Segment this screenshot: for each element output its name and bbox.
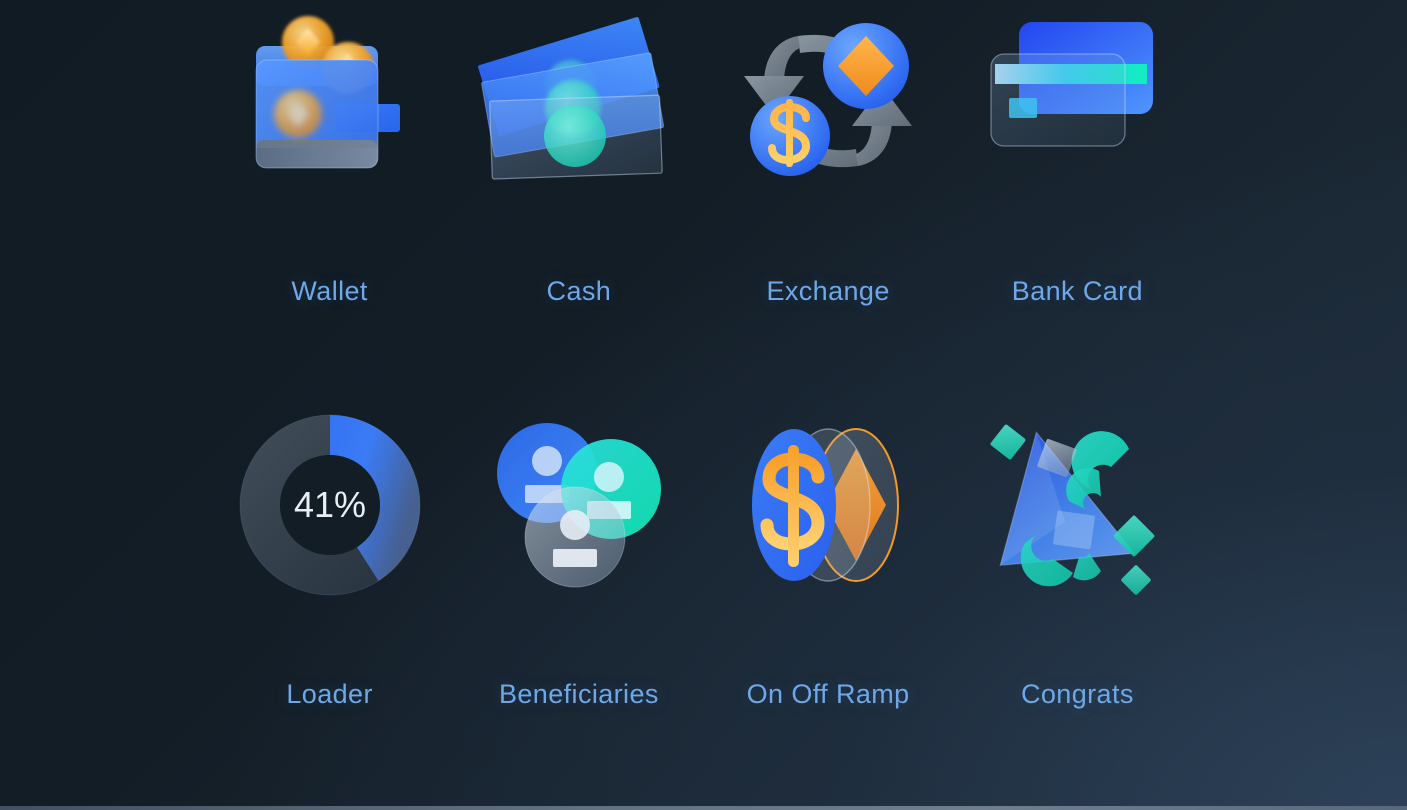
icon-label: Beneficiaries — [498, 679, 659, 709]
icon-cell-bank-card[interactable]: Bank Card — [953, 0, 1202, 405]
wallet-icon — [230, 0, 430, 200]
icon-label: On Off Ramp — [746, 679, 910, 709]
beneficiaries-icon — [479, 405, 679, 605]
icon-label: Congrats — [1020, 679, 1134, 709]
exchange-icon — [728, 0, 928, 200]
on-off-ramp-icon — [728, 405, 928, 605]
icon-cell-exchange[interactable]: Exchange — [704, 0, 953, 405]
loader-percent-text: 41% — [294, 484, 366, 525]
loader-icon: 41% — [230, 405, 430, 605]
icon-cell-beneficiaries[interactable]: Beneficiaries — [454, 405, 703, 810]
icon-cell-wallet[interactable]: Wallet — [205, 0, 454, 405]
icon-cell-congrats[interactable]: Congrats — [953, 405, 1202, 810]
icon-label: Exchange — [766, 276, 890, 306]
congrats-icon — [977, 405, 1177, 605]
icon-label: Bank Card — [1011, 276, 1143, 306]
bank-card-icon — [977, 0, 1177, 200]
icon-label: Cash — [546, 276, 612, 306]
icon-label: Loader — [286, 679, 373, 709]
icon-grid: Wallet Cash Exchange Bank Card 41% Loade… — [0, 0, 1407, 810]
icon-cell-cash[interactable]: Cash — [454, 0, 703, 405]
icon-label: Wallet — [291, 276, 368, 306]
icon-cell-on-off-ramp[interactable]: On Off Ramp — [704, 405, 953, 810]
icon-showcase-canvas: Wallet Cash Exchange Bank Card 41% Loade… — [0, 0, 1407, 810]
icon-cell-loader[interactable]: 41% Loader — [205, 405, 454, 810]
cash-icon — [477, 0, 679, 200]
